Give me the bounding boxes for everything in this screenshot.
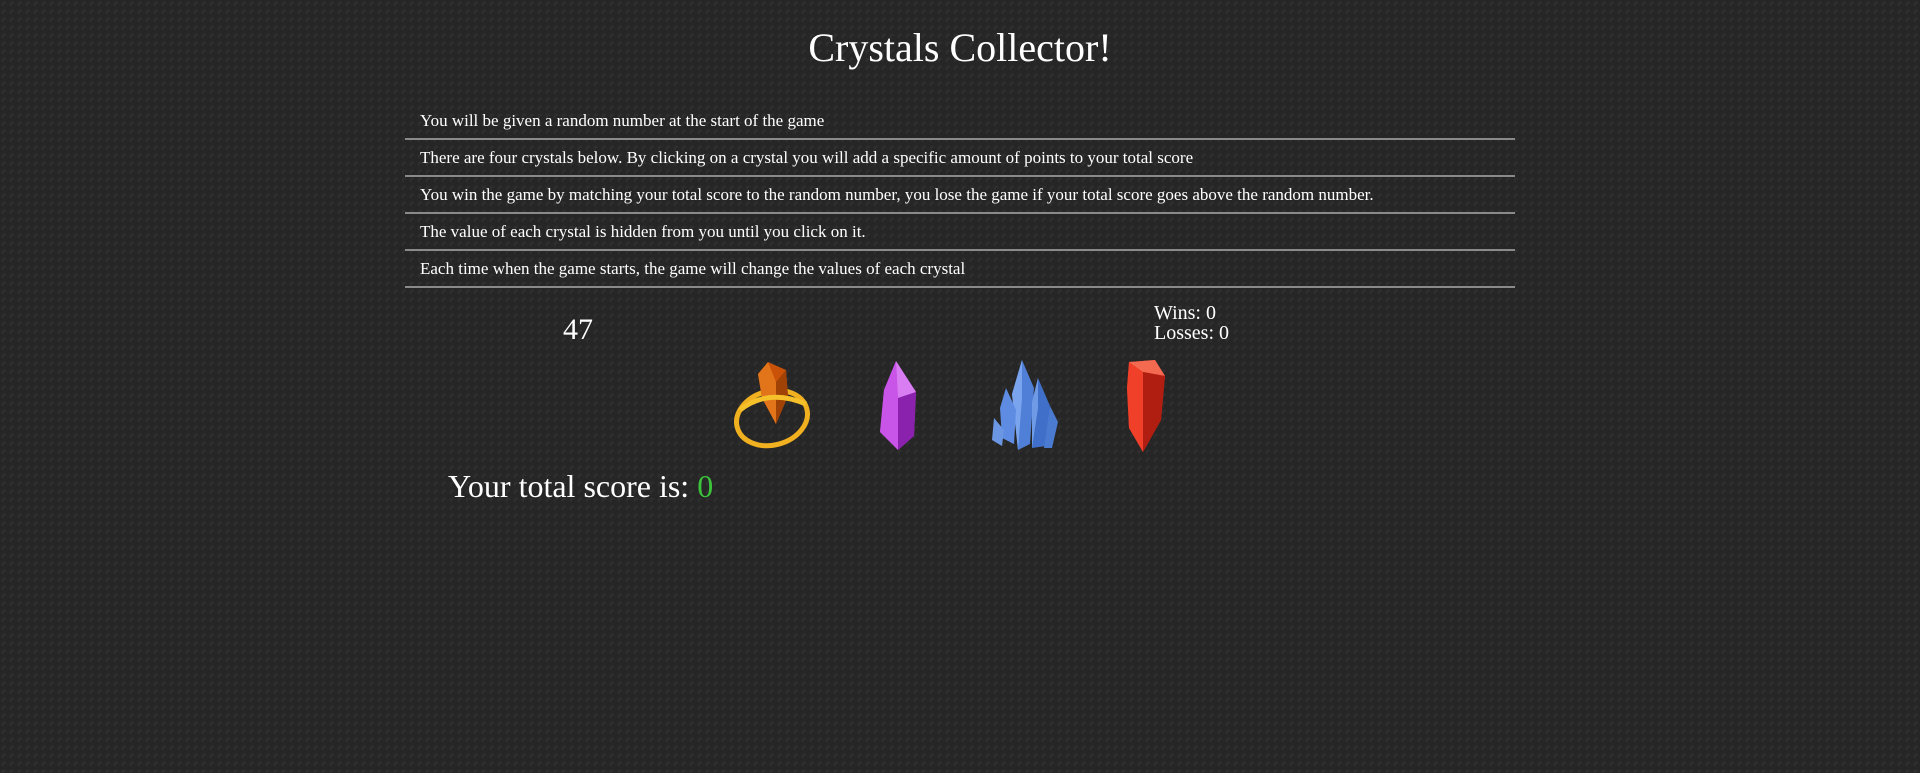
blue-crystal-cluster-icon xyxy=(992,360,1058,450)
score-label: Your total score is: xyxy=(448,468,690,504)
total-score: Your total score is: 0 xyxy=(448,466,713,506)
orange-ringed-crystal-icon xyxy=(734,362,810,449)
rules-list: You will be given a random number at the… xyxy=(405,103,1515,288)
wins-count: 0 xyxy=(1205,302,1216,324)
rule-item: You will be given a random number at the… xyxy=(405,103,1515,140)
crystal-button-1[interactable] xyxy=(728,358,824,454)
wins-row: Wins: 0 xyxy=(1154,303,1229,323)
wins-label: Wins: xyxy=(1154,302,1201,324)
crystal-button-3[interactable] xyxy=(986,358,1082,454)
rule-item: You win the game by matching your total … xyxy=(405,177,1515,214)
rule-item: There are four crystals below. By clicki… xyxy=(405,140,1515,177)
rule-item: Each time when the game starts, the game… xyxy=(405,251,1515,288)
crystal-button-2[interactable] xyxy=(858,358,954,454)
losses-count: 0 xyxy=(1219,322,1229,344)
rule-item: The value of each crystal is hidden from… xyxy=(405,214,1515,251)
losses-label: Losses: xyxy=(1154,322,1214,344)
score-value: 0 xyxy=(697,468,714,504)
crystal-button-4[interactable] xyxy=(1113,358,1209,454)
purple-crystal-icon xyxy=(880,361,916,450)
stats-panel: Wins: 0 Losses: 0 xyxy=(1154,303,1229,343)
losses-row: Losses: 0 xyxy=(1154,323,1229,343)
target-number: 47 xyxy=(563,313,593,346)
red-crystal-icon xyxy=(1127,360,1165,452)
game-title: Crystals Collector! xyxy=(808,25,1112,70)
